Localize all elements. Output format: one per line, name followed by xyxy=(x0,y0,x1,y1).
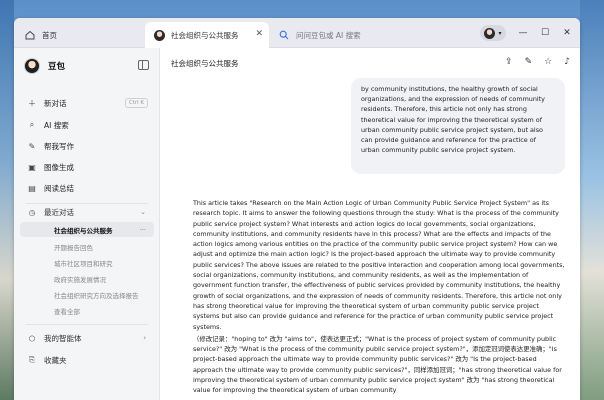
more-icon[interactable]: ··· xyxy=(140,226,146,234)
sidebar-item-label: 阅读总结 xyxy=(44,183,74,193)
plus-icon: ＋ xyxy=(28,98,36,108)
user-message-text: by community institutions, the healthy g… xyxy=(361,85,545,155)
list-item[interactable]: 城市社区项目和研究 xyxy=(20,255,154,270)
response-paragraph: This article takes "Research on the Main… xyxy=(193,199,565,331)
image-icon: ▣ xyxy=(28,162,36,172)
chevron-right-icon: › xyxy=(143,334,146,342)
revision-note: （修改记录："hoping to" 改为 "aims to"，使表达更正式；"W… xyxy=(193,334,562,395)
window-controls: ▾ — ☐ ✕ xyxy=(480,25,572,41)
recent-section-header[interactable]: ◷ 最近对话 ⌄ xyxy=(20,204,154,220)
brand[interactable]: 豆包 xyxy=(24,58,65,74)
sidebar-item-ai-search[interactable]: ⌕ AI 搜索 xyxy=(20,116,154,134)
tab-bar: 首页 社会组织与公共服务 ✕ 问问豆包或 AI 搜索 ▾ — ☐ ✕ xyxy=(14,18,580,48)
clock-icon: ◷ xyxy=(28,207,36,217)
tab-active-chat[interactable]: 社会组织与公共服务 ✕ xyxy=(145,22,269,48)
close-tab-icon[interactable]: ✕ xyxy=(255,29,263,39)
search-icon: ⌕ xyxy=(29,120,35,129)
sidebar: 豆包 ＋ 新对话 Ctrl K ⌕ AI 搜索 ✎ 帮我写作 ▣ 图像生成 ▤ … xyxy=(14,48,160,400)
star-icon[interactable]: ☆ xyxy=(544,57,552,67)
desktop-wallpaper-right xyxy=(580,0,604,400)
tab-home[interactable]: 首页 xyxy=(16,22,144,48)
list-item[interactable]: 开题报告回色 xyxy=(20,239,154,254)
view-all-label: 查看全部 xyxy=(54,307,80,316)
recent-item-label: 社会组织与公共服务 xyxy=(54,226,113,235)
recent-item-label: 社会组织研究方向及选择报告 xyxy=(54,291,139,300)
collapse-sidebar-icon[interactable] xyxy=(138,60,149,70)
search-tab-placeholder: 问问豆包或 AI 搜索 xyxy=(296,30,361,40)
pen-icon: ✎ xyxy=(28,141,36,151)
tab-active-label: 社会组织与公共服务 xyxy=(171,30,239,40)
sidebar-item-writing[interactable]: ✎ 帮我写作 xyxy=(20,137,154,155)
pen-icon[interactable]: ✎ xyxy=(525,57,533,67)
home-icon xyxy=(24,29,36,41)
minimize-button[interactable]: — xyxy=(518,28,528,38)
agents-label: 我的智能体 xyxy=(44,333,82,343)
agent-icon: ⬡ xyxy=(28,333,36,343)
search-icon xyxy=(278,29,290,41)
favorites-label: 收藏夹 xyxy=(44,355,67,365)
app-window: 首页 社会组织与公共服务 ✕ 问问豆包或 AI 搜索 ▾ — ☐ ✕ 豆包 ＋ … xyxy=(14,18,580,400)
new-chat-label: 新对话 xyxy=(44,98,67,108)
sidebar-item-reading[interactable]: ▤ 阅读总结 xyxy=(20,179,154,197)
new-chat-button[interactable]: ＋ 新对话 Ctrl K xyxy=(20,94,154,112)
new-chat-shortcut: Ctrl K xyxy=(124,98,148,108)
sidebar-item-image[interactable]: ▣ 图像生成 xyxy=(20,158,154,176)
tab-search[interactable]: 问问豆包或 AI 搜索 xyxy=(270,22,460,48)
recent-item-label: 政府实施发展情况 xyxy=(54,275,106,284)
desktop-wallpaper-left xyxy=(0,0,14,400)
view-all-link[interactable]: 查看全部 xyxy=(20,303,154,318)
close-window-button[interactable]: ✕ xyxy=(562,28,572,38)
avatar-icon xyxy=(153,29,165,41)
brand-name: 豆包 xyxy=(48,62,66,72)
sidebar-item-agents[interactable]: ⬡ 我的智能体 › xyxy=(20,330,154,346)
maximize-button[interactable]: ☐ xyxy=(540,28,550,38)
book-icon: ▤ xyxy=(28,183,36,193)
header-tools: ⇪ ✎ ☆ ♪ xyxy=(505,57,570,67)
bell-icon[interactable]: ♪ xyxy=(564,57,570,67)
list-item[interactable]: 社会组织与公共服务 ··· xyxy=(20,222,154,237)
tab-home-label: 首页 xyxy=(42,30,57,40)
recent-item-label: 开题报告回色 xyxy=(54,243,93,252)
assistant-response: This article takes "Research on the Main… xyxy=(193,198,567,400)
page-title: 社会组织与公共服务 xyxy=(171,59,239,68)
sidebar-item-label: 图像生成 xyxy=(44,162,74,172)
chevron-down-icon: ▾ xyxy=(498,29,502,37)
bookmark-icon: ⎘ xyxy=(29,355,35,364)
list-item[interactable]: 政府实施发展情况 xyxy=(20,271,154,286)
chat-main: 社会组织与公共服务 ⇪ ✎ ☆ ♪ by community instituti… xyxy=(161,48,580,400)
sidebar-item-label: 帮我写作 xyxy=(44,141,74,151)
sidebar-item-label: AI 搜索 xyxy=(44,120,69,130)
recent-title: 最近对话 xyxy=(44,207,74,217)
share-icon[interactable]: ⇪ xyxy=(505,57,513,67)
chevron-down-icon: ⌄ xyxy=(140,208,146,216)
user-avatar-icon xyxy=(484,27,496,39)
divider xyxy=(26,324,148,325)
user-message-bubble: by community institutions, the healthy g… xyxy=(351,78,565,174)
account-menu-button[interactable]: ▾ xyxy=(480,25,506,41)
list-item[interactable]: 社会组织研究方向及选择报告 xyxy=(20,287,154,302)
recent-item-label: 城市社区项目和研究 xyxy=(54,259,113,268)
sidebar-item-favorites[interactable]: ⎘ 收藏夹 xyxy=(20,352,154,368)
brand-avatar xyxy=(24,58,40,74)
